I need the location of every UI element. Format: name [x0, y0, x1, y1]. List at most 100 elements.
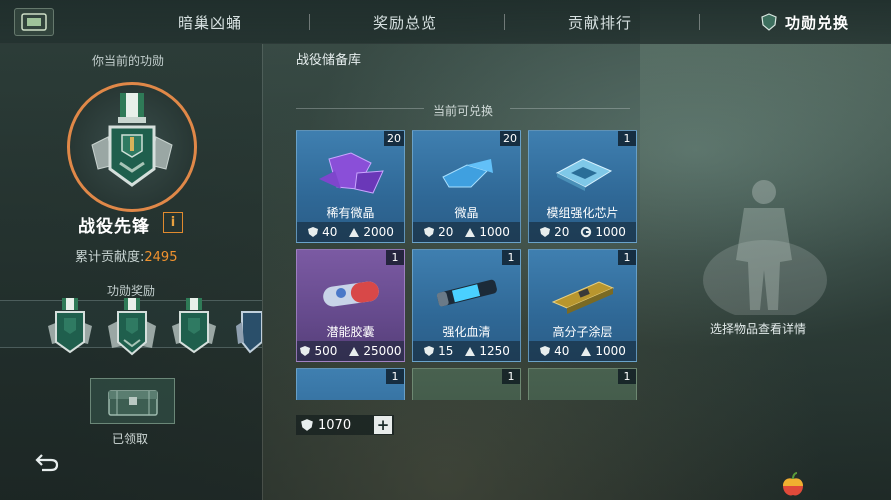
- credit-icon: [581, 347, 592, 356]
- divider-line: [296, 108, 424, 109]
- card-icon: [21, 13, 47, 31]
- item-cost: 15 1250: [413, 341, 520, 361]
- merit-cost: 40: [554, 344, 570, 358]
- item-name: 潜能胶囊: [326, 325, 375, 339]
- secondary-cost: 1000: [595, 344, 626, 358]
- tab-contribution-ranking[interactable]: 贡献排行: [540, 0, 660, 44]
- back-button[interactable]: [30, 448, 64, 476]
- gear-icon: [581, 226, 592, 238]
- secondary-cost: 1000: [479, 225, 510, 239]
- item-count: 20: [500, 131, 520, 146]
- rare-microcrystal-icon: [319, 152, 384, 194]
- info-icon[interactable]: i: [163, 212, 183, 233]
- merit-icon: [308, 227, 319, 237]
- exchange-item-grid: 20 稀有微晶 40 2000 20 微晶 20 1000 1 模组强化芯片 2…: [296, 130, 641, 400]
- merit-cost: 15: [438, 344, 454, 358]
- available-label: 当前可兑换: [433, 104, 494, 118]
- contribution-value: 2495: [144, 250, 178, 265]
- tab-divider: [309, 14, 310, 30]
- enhanced-serum-icon: [436, 279, 497, 307]
- item-cost: 40 1000: [529, 341, 636, 361]
- orange-part-icon: [543, 387, 623, 400]
- item-card[interactable]: 20 微晶 20 1000: [412, 130, 521, 243]
- item-card[interactable]: 1 模组强化芯片 20 1000: [528, 130, 637, 243]
- reward-medal-icon[interactable]: [44, 296, 96, 362]
- merit-cost: 40: [322, 225, 338, 239]
- item-count: 1: [386, 369, 404, 384]
- credit-icon: [465, 347, 476, 356]
- tab-merit-exchange[interactable]: 功勋兑换: [740, 0, 870, 44]
- item-card[interactable]: 1 高分子涂层 40 1000: [528, 249, 637, 362]
- item-count: 1: [618, 131, 636, 146]
- top-bar: 暗巢凶蛹 奖励总览 贡献排行 功勋兑换: [0, 0, 891, 44]
- item-card[interactable]: 1 潜能胶囊 500 25000: [296, 249, 405, 362]
- item-count: 1: [386, 250, 404, 265]
- merit-icon: [424, 227, 435, 237]
- merit-cost: 20: [554, 225, 570, 239]
- merit-balance-value: 1070: [318, 417, 352, 433]
- panel-divider: [262, 44, 263, 500]
- merit-icon: [540, 346, 551, 356]
- contribution-label: 累计贡献度:: [75, 250, 145, 265]
- fruit-logo-icon: [783, 472, 803, 496]
- menu-card-button[interactable]: [14, 8, 54, 36]
- merit-icon: [540, 227, 551, 237]
- item-card[interactable]: 20 稀有微晶 40 2000: [296, 130, 405, 243]
- secondary-cost: 2000: [363, 225, 394, 239]
- microcrystal-icon: [442, 159, 493, 188]
- reward-medal-icon[interactable]: [106, 296, 158, 362]
- item-name: 高分子涂层: [552, 325, 613, 339]
- shield-icon: [761, 13, 777, 31]
- medal-icon: [91, 93, 173, 187]
- add-merit-button[interactable]: +: [374, 416, 392, 434]
- item-cost: 20 1000: [413, 222, 520, 242]
- reward-medal-icon[interactable]: [230, 296, 262, 362]
- credit-icon: [349, 347, 360, 356]
- item-cost: 20 1000: [529, 222, 636, 242]
- merit-icon: [301, 419, 313, 431]
- item-card[interactable]: 1 强化血清 15 1250: [412, 249, 521, 362]
- item-cost: 500 25000: [297, 341, 404, 361]
- merit-cost: 500: [314, 344, 338, 358]
- item-count: 1: [502, 369, 520, 384]
- credit-icon: [465, 228, 476, 237]
- item-count: 1: [618, 250, 636, 265]
- item-card[interactable]: 1: [296, 368, 405, 400]
- item-count: 1: [502, 250, 520, 265]
- detail-hint: 选择物品查看详情: [710, 322, 807, 336]
- back-arrow-icon: [35, 454, 59, 472]
- tab-nest-pupa[interactable]: 暗巢凶蛹: [150, 0, 270, 44]
- character-silhouette: [703, 180, 827, 315]
- rank-name: 战役先锋: [78, 217, 150, 237]
- weapon-part-icon: [427, 387, 507, 400]
- divider-line: [510, 108, 630, 109]
- secondary-cost: 1000: [595, 225, 626, 239]
- tab-divider: [504, 14, 505, 30]
- item-card[interactable]: 1: [412, 368, 521, 400]
- item-card[interactable]: 1: [528, 368, 637, 400]
- contribution-text: 累计贡献度:2495: [75, 246, 177, 265]
- polymer-coating-icon: [551, 281, 615, 314]
- current-medal[interactable]: [67, 82, 197, 212]
- tab-divider: [699, 14, 700, 30]
- merit-icon: [424, 346, 435, 356]
- reward-medal-icon[interactable]: [168, 296, 220, 362]
- merit-icon: [300, 346, 311, 356]
- item-name: 微晶: [454, 206, 479, 220]
- potential-capsule-icon: [323, 281, 379, 307]
- secondary-cost: 1250: [479, 344, 510, 358]
- item-name: 强化血清: [442, 325, 491, 339]
- item-count: 1: [618, 369, 636, 384]
- module-chip-icon: [555, 158, 613, 191]
- item-count: 20: [384, 131, 404, 146]
- section-title: 战役储备库: [296, 53, 362, 68]
- item-cost: 40 2000: [297, 222, 404, 242]
- claimed-label: 已领取: [112, 432, 149, 446]
- tab-reward-overview[interactable]: 奖励总览: [345, 0, 465, 44]
- merit-cost: 20: [438, 225, 454, 239]
- chest-icon: [107, 390, 158, 416]
- tab-merit-exchange-label: 功勋兑换: [784, 13, 849, 32]
- reward-chest[interactable]: [90, 378, 175, 424]
- current-merit-label: 你当前的功勋: [92, 54, 165, 68]
- item-name: 稀有微晶: [326, 206, 375, 220]
